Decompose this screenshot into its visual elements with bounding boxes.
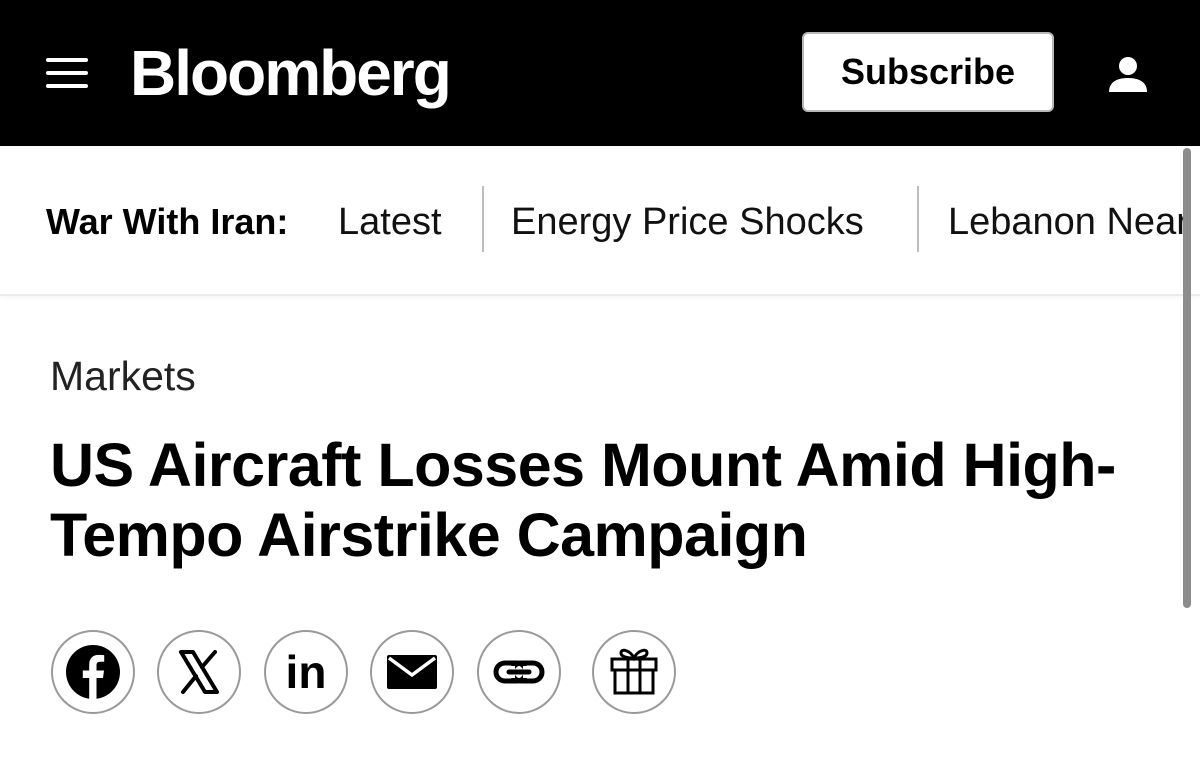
topic-label: War With Iran: (46, 201, 289, 242)
email-icon (387, 655, 437, 689)
scrollbar[interactable] (1183, 148, 1191, 608)
bloomberg-logo[interactable]: Bloomberg (130, 33, 452, 113)
share-email-button[interactable] (370, 630, 454, 714)
share-linkedin-button[interactable]: in (264, 630, 348, 714)
share-facebook-button[interactable] (51, 630, 135, 714)
x-icon (179, 650, 219, 694)
topic-nav-strip: War With Iran: Latest Energy Price Shock… (0, 146, 1200, 296)
nav-link-energy-price-shocks[interactable]: Energy Price Shocks (511, 196, 864, 248)
page: Bloomberg Subscribe War With Iran: Lates… (0, 0, 1200, 764)
subscribe-button[interactable]: Subscribe (802, 32, 1054, 112)
nav-divider (482, 186, 484, 252)
share-copy-link-button[interactable] (477, 630, 561, 714)
hamburger-menu-icon[interactable] (46, 55, 88, 91)
section-label[interactable]: Markets (50, 350, 196, 402)
share-gift-article-button[interactable] (592, 630, 676, 714)
nav-link-lebanon[interactable]: Lebanon Near (948, 196, 1189, 248)
top-header-bar: Bloomberg Subscribe (0, 0, 1200, 146)
linkedin-icon: in (285, 646, 327, 698)
user-account-icon[interactable] (1107, 55, 1149, 95)
nav-link-latest[interactable]: Latest (338, 196, 442, 248)
article-headline: US Aircraft Losses Mount Amid High-Tempo… (50, 431, 1116, 569)
share-x-button[interactable] (157, 630, 241, 714)
nav-divider (917, 186, 919, 252)
gift-icon (610, 648, 658, 695)
facebook-icon (66, 645, 120, 699)
copy-link-icon (493, 660, 545, 684)
